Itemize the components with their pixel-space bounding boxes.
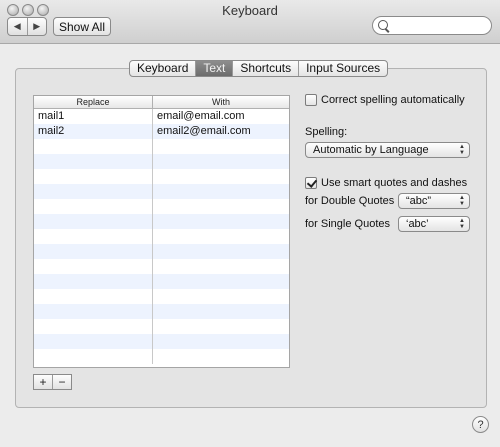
spelling-label: Spelling: <box>305 126 348 138</box>
with-cell[interactable] <box>153 154 289 169</box>
with-cell[interactable] <box>153 244 289 259</box>
replace-cell[interactable] <box>34 154 153 169</box>
correct-spelling-option[interactable]: Correct spelling automatically <box>305 94 465 106</box>
with-cell[interactable]: email@email.com <box>153 109 289 124</box>
replace-cell[interactable] <box>34 319 153 334</box>
table-row[interactable] <box>34 139 289 154</box>
replace-cell[interactable]: mail1 <box>34 109 153 124</box>
tab-text[interactable]: Text <box>195 61 233 76</box>
with-cell[interactable] <box>153 184 289 199</box>
with-cell[interactable] <box>153 319 289 334</box>
table-row[interactable]: mail1 email@email.com <box>34 109 289 124</box>
replace-cell[interactable] <box>34 139 153 154</box>
smart-quotes-label: Use smart quotes and dashes <box>321 177 468 189</box>
window-toolbar: Keyboard ◀ ▶ Show All <box>0 0 500 44</box>
table-row[interactable] <box>34 334 289 349</box>
smart-quotes-option[interactable]: Use smart quotes and dashes <box>305 177 467 189</box>
with-cell[interactable] <box>153 214 289 229</box>
show-all-button[interactable]: Show All <box>53 17 111 36</box>
single-quotes-label: for Single Quotes <box>305 218 390 230</box>
table-row[interactable] <box>34 154 289 169</box>
with-cell[interactable] <box>153 139 289 154</box>
table-row[interactable] <box>34 349 289 364</box>
tab-keyboard[interactable]: Keyboard <box>130 61 195 76</box>
search-input[interactable] <box>391 18 487 32</box>
with-cell[interactable] <box>153 289 289 304</box>
with-cell[interactable] <box>153 229 289 244</box>
correct-spelling-label: Correct spelling automatically <box>321 94 465 106</box>
double-quotes-label: for Double Quotes <box>305 195 395 207</box>
with-cell[interactable] <box>153 199 289 214</box>
replace-cell[interactable] <box>34 304 153 319</box>
table-row[interactable] <box>34 259 289 274</box>
help-button[interactable]: ? <box>472 416 489 433</box>
add-remove-control: + − <box>33 374 72 390</box>
replace-cell[interactable]: mail2 <box>34 124 153 139</box>
with-cell[interactable] <box>153 304 289 319</box>
updown-arrows-icon: ▲ ▼ <box>459 144 465 156</box>
replace-cell[interactable] <box>34 334 153 349</box>
triangle-right-icon: ▶ <box>33 21 41 31</box>
add-replacement-button[interactable]: + <box>34 375 52 389</box>
remove-replacement-button[interactable]: − <box>52 375 71 389</box>
search-icon <box>378 20 388 30</box>
spelling-language-value: Automatic by Language <box>313 144 429 156</box>
table-row[interactable]: mail2 email2@email.com <box>34 124 289 139</box>
replace-cell[interactable] <box>34 349 153 364</box>
replace-cell[interactable] <box>34 274 153 289</box>
spelling-language-select[interactable]: Automatic by Language ▲ ▼ <box>305 142 470 158</box>
replace-cell[interactable] <box>34 229 153 244</box>
with-cell[interactable]: email2@email.com <box>153 124 289 139</box>
double-quotes-value: “abc” <box>406 195 432 207</box>
table-header: Replace With <box>34 96 289 109</box>
table-row[interactable] <box>34 169 289 184</box>
table-row[interactable] <box>34 229 289 244</box>
replace-cell[interactable] <box>34 259 153 274</box>
text-replacement-table[interactable]: Replace With mail1 email@email.com mail2 em… <box>33 95 290 368</box>
updown-arrows-icon: ▲ ▼ <box>459 195 465 207</box>
replace-cell[interactable] <box>34 244 153 259</box>
table-body: mail1 email@email.com mail2 email2@email.co… <box>34 109 289 364</box>
table-row[interactable] <box>34 319 289 334</box>
triangle-left-icon: ◀ <box>13 21 21 31</box>
with-cell[interactable] <box>153 334 289 349</box>
replace-cell[interactable] <box>34 169 153 184</box>
forward-button[interactable]: ▶ <box>26 18 47 35</box>
tab-input-sources[interactable]: Input Sources <box>298 61 387 76</box>
single-quotes-select[interactable]: ‘abc’ ▲ ▼ <box>398 216 470 232</box>
replace-cell[interactable] <box>34 184 153 199</box>
with-cell[interactable] <box>153 349 289 364</box>
with-cell[interactable] <box>153 274 289 289</box>
correct-spelling-checkbox[interactable] <box>305 94 317 106</box>
table-row[interactable] <box>34 304 289 319</box>
search-field[interactable] <box>372 16 492 35</box>
tab-shortcuts[interactable]: Shortcuts <box>232 61 298 76</box>
replace-cell[interactable] <box>34 214 153 229</box>
tab-bar: Keyboard Text Shortcuts Input Sources <box>129 60 389 77</box>
replace-cell[interactable] <box>34 289 153 304</box>
table-row[interactable] <box>34 199 289 214</box>
smart-quotes-checkbox[interactable] <box>305 177 317 189</box>
table-row[interactable] <box>34 274 289 289</box>
table-row[interactable] <box>34 184 289 199</box>
single-quotes-value: ‘abc’ <box>406 218 429 230</box>
table-row[interactable] <box>34 289 289 304</box>
column-header-replace[interactable]: Replace <box>34 96 153 108</box>
back-forward-control: ◀ ▶ <box>7 17 47 36</box>
double-quotes-select[interactable]: “abc” ▲ ▼ <box>398 193 470 209</box>
replace-cell[interactable] <box>34 199 153 214</box>
table-row[interactable] <box>34 244 289 259</box>
column-header-with[interactable]: With <box>153 96 289 108</box>
with-cell[interactable] <box>153 259 289 274</box>
updown-arrows-icon: ▲ ▼ <box>459 218 465 230</box>
back-button[interactable]: ◀ <box>8 18 27 35</box>
with-cell[interactable] <box>153 169 289 184</box>
table-row[interactable] <box>34 214 289 229</box>
